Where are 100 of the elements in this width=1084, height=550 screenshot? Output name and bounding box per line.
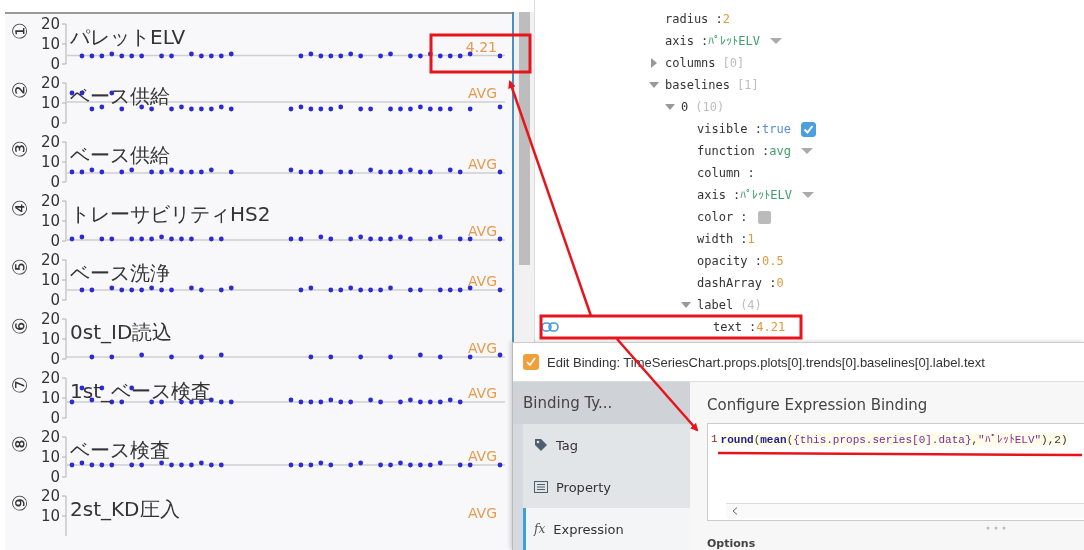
property-row[interactable]: radius :2 xyxy=(535,8,1084,30)
property-name: text : xyxy=(713,320,757,334)
chart-title: ベース供給 xyxy=(70,84,170,108)
y-axis xyxy=(61,377,67,419)
axis-tick-label: 10 xyxy=(40,448,60,466)
row-number: ⑨ xyxy=(8,494,32,512)
property-row[interactable]: width :1 xyxy=(535,228,1084,250)
property-name: radius : xyxy=(665,12,723,26)
color-swatch[interactable] xyxy=(757,210,771,224)
axis-tick-label: 10 xyxy=(40,153,60,171)
property-row[interactable]: column : xyxy=(535,162,1084,184)
baseline-label: AVG xyxy=(467,340,497,356)
baseline-label: AVG xyxy=(467,448,497,464)
axis-tick-label: 20 xyxy=(40,133,60,151)
binding-type-item[interactable]: Property xyxy=(523,466,690,508)
axis-tick-label: 20 xyxy=(40,487,60,505)
chart-title: ベース洗浄 xyxy=(70,261,170,285)
binding-type-item[interactable]: Tag xyxy=(523,424,690,466)
property-row[interactable]: opacity :0.5 xyxy=(535,250,1084,272)
property-value: 0.5 xyxy=(762,254,784,268)
axis-tick-label: 0 xyxy=(50,350,60,368)
axis-tick-label: 20 xyxy=(40,251,60,269)
y-axis xyxy=(61,259,67,301)
axis-tick-label: 20 xyxy=(40,74,60,92)
tag-icon xyxy=(534,438,548,452)
dropdown-caret-icon[interactable] xyxy=(802,191,815,199)
row-number: ① xyxy=(8,22,32,40)
property-name: color : xyxy=(697,210,748,224)
property-row[interactable]: axis :ﾊﾟﾚｯﾄELV xyxy=(535,30,1084,52)
scrollbar[interactable] xyxy=(512,12,534,342)
property-value: 4.21 xyxy=(756,320,786,334)
property-row[interactable]: 0 (10) xyxy=(535,96,1084,118)
axis-tick-label: 0 xyxy=(50,232,60,250)
scrollbar-thumb[interactable] xyxy=(519,12,530,265)
baseline-label: AVG xyxy=(467,156,497,172)
property-value: ﾊﾟﾚｯﾄELV xyxy=(708,34,761,48)
property-value: true xyxy=(762,122,791,136)
checked-checkbox[interactable] xyxy=(800,121,816,137)
baseline-label: AVG xyxy=(467,85,497,101)
row-number: ⑤ xyxy=(8,258,32,276)
line-number: 1 xyxy=(711,433,718,445)
property-value: avg xyxy=(769,144,791,158)
y-axis xyxy=(61,82,67,124)
property-name: opacity : xyxy=(697,254,763,268)
axis-tick-label: 20 xyxy=(40,428,60,446)
property-name: width : xyxy=(697,232,748,246)
list-icon xyxy=(534,481,548,493)
axis-tick-label: 20 xyxy=(40,15,60,33)
y-axis xyxy=(61,141,67,183)
horizontal-scrollbar[interactable] xyxy=(726,503,1084,518)
baseline-label: AVG xyxy=(467,385,497,401)
property-row[interactable]: visible :true xyxy=(535,118,1084,140)
expression-editor[interactable]: 1 round(mean({this.props.series[0].data},"ﾊﾟﾚｯﾄELV"),2) xyxy=(707,423,1084,521)
property-row[interactable]: axis :ﾊﾟﾚｯﾄELV xyxy=(535,184,1084,206)
axis-tick-label: 10 xyxy=(40,389,60,407)
row-number: ③ xyxy=(8,140,32,158)
property-name: label xyxy=(697,298,734,312)
property-row[interactable]: dashArray :0 xyxy=(535,272,1084,294)
property-row[interactable]: function :avg xyxy=(535,140,1084,162)
property-row[interactable]: columns [0] xyxy=(535,52,1084,74)
scroll-left-icon[interactable] xyxy=(732,507,738,515)
chart-title: ベース供給 xyxy=(70,143,170,167)
property-name: dashArray : xyxy=(697,276,777,290)
row-number: ④ xyxy=(8,199,32,217)
property-value: 1 xyxy=(747,232,755,246)
link-icon[interactable] xyxy=(541,322,559,332)
property-row[interactable]: color : xyxy=(535,206,1084,228)
property-name: 0 xyxy=(681,100,689,114)
baseline-label: 4.21 xyxy=(465,38,497,55)
axis-tick-label: 0 xyxy=(50,468,60,486)
axis-tick-label: 20 xyxy=(40,310,60,328)
axis-tick-label: 10 xyxy=(40,271,60,289)
drag-handle-icon[interactable] xyxy=(986,526,1006,530)
row-number: ⑧ xyxy=(8,435,32,453)
property-row[interactable]: baselines [1] xyxy=(535,74,1084,96)
y-axis xyxy=(61,200,67,242)
axis-tick-label: 10 xyxy=(40,94,60,112)
chart-title: 1st_ベース検査 xyxy=(70,379,211,403)
baseline-label: AVG xyxy=(467,273,497,289)
property-name: baselines xyxy=(665,78,731,92)
baseline-label: AVG xyxy=(467,223,497,239)
chart-title: パレットELV xyxy=(70,25,186,49)
y-axis xyxy=(61,495,67,537)
dropdown-caret-icon[interactable] xyxy=(800,147,813,155)
property-value: [1] xyxy=(737,78,759,92)
property-row[interactable]: text :4.21 xyxy=(535,316,1084,338)
dropdown-caret-icon[interactable] xyxy=(770,37,783,45)
sidebar-heading: Binding Ty... xyxy=(523,394,613,412)
property-row[interactable]: label (4) xyxy=(535,294,1084,316)
binding-type-item[interactable]: fx Expression xyxy=(523,508,690,550)
property-value: ﾊﾟﾚｯﾄELV xyxy=(740,188,793,202)
axis-tick-label: 0 xyxy=(50,291,60,309)
chart-title: ベース検査 xyxy=(70,438,170,462)
property-value: [0] xyxy=(722,56,745,70)
row-number: ⑦ xyxy=(8,376,32,394)
property-name: function : xyxy=(697,144,770,158)
chart-title: 2st_KD圧入 xyxy=(70,497,180,521)
property-value: 2 xyxy=(722,12,731,26)
row-number: ⑥ xyxy=(8,317,32,335)
chart-title: 0st_ID読込 xyxy=(70,320,173,344)
